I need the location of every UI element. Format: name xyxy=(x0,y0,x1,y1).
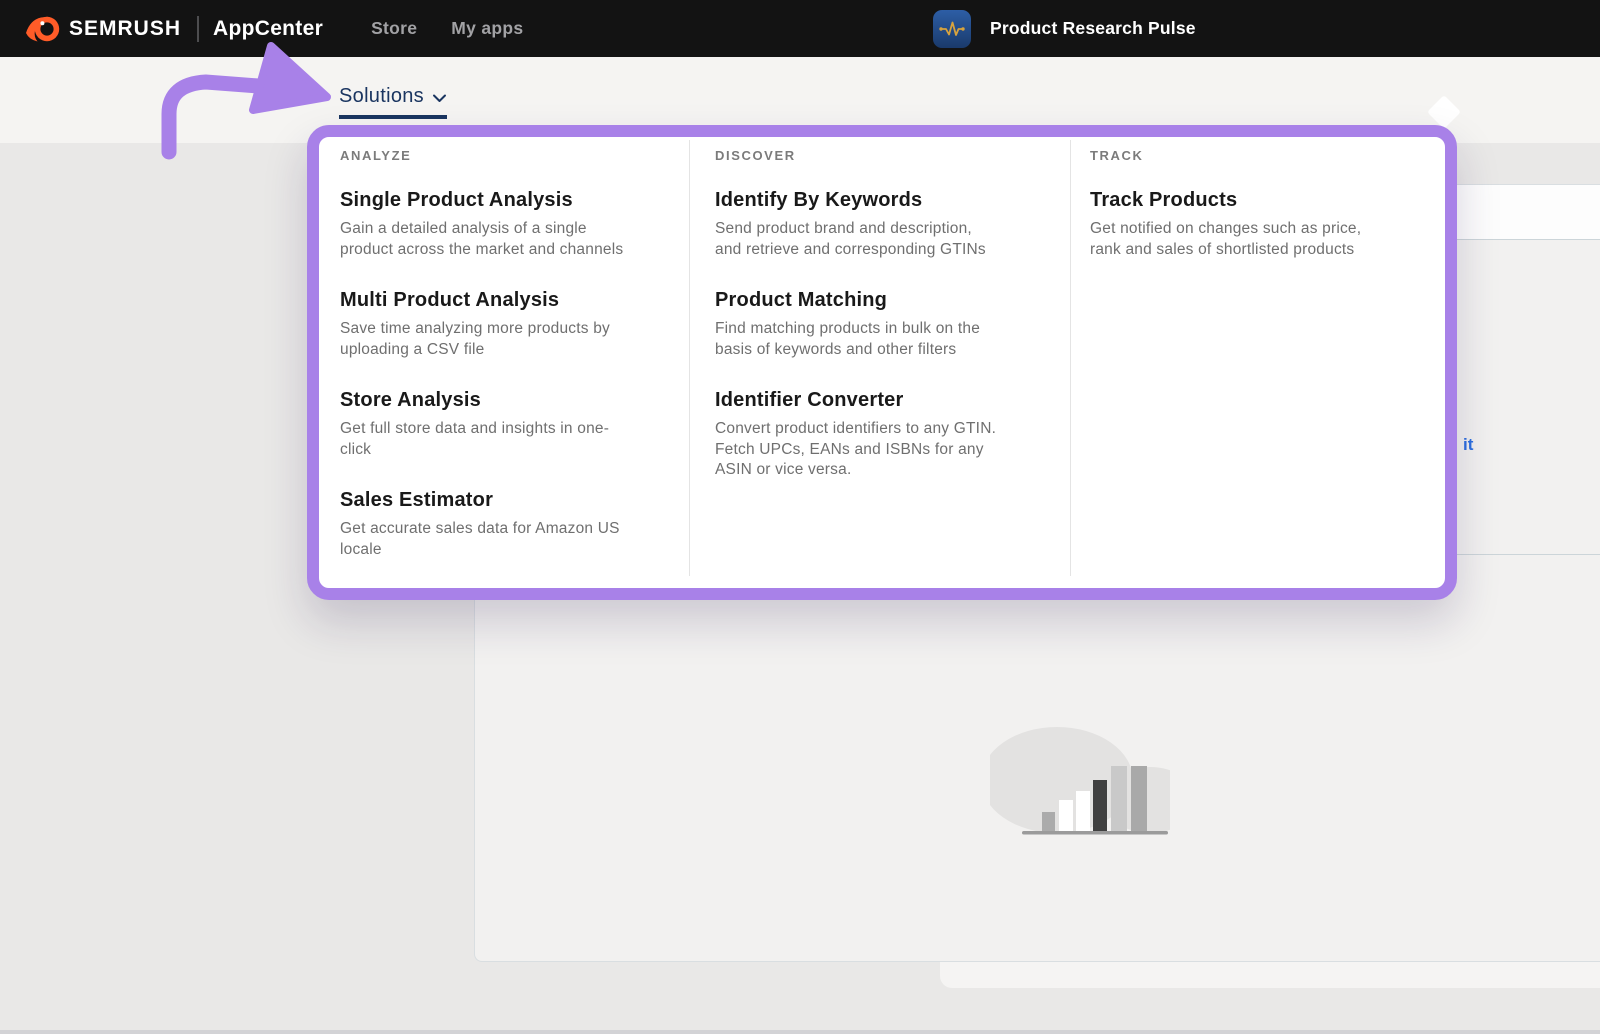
top-navbar: SEMRUSH AppCenter Store My apps Product … xyxy=(0,0,1600,57)
app-title: Product Research Pulse xyxy=(990,18,1196,39)
menu-item-description: Send product brand and description, and … xyxy=(715,219,1050,260)
menu-item-description: Get full store data and insights in one-… xyxy=(340,419,669,460)
menu-item-title: Product Matching xyxy=(715,288,1050,312)
brand-appcenter[interactable]: AppCenter xyxy=(213,17,323,41)
partially-hidden-link[interactable]: it xyxy=(1463,435,1473,455)
brand-semrush[interactable]: SEMRUSH xyxy=(69,17,181,41)
solutions-label: Solutions xyxy=(339,85,424,108)
bar-chart-illustration xyxy=(990,690,1170,840)
menu-item-description: Find matching products in bulk on the ba… xyxy=(715,319,1050,360)
menu-item-title: Identifier Converter xyxy=(715,388,1050,412)
semrush-logo-icon[interactable] xyxy=(24,10,60,47)
menu-item-title: Store Analysis xyxy=(340,388,669,412)
menu-item-description: Convert product identifiers to any GTIN.… xyxy=(715,419,1050,481)
dropdown-column-discover: DISCOVER Identify By Keywords Send produ… xyxy=(689,137,1070,588)
menu-item-multi-product-analysis[interactable]: Multi Product Analysis Save time analyzi… xyxy=(340,288,669,360)
chevron-down-icon xyxy=(432,93,447,103)
pulse-app-icon xyxy=(933,10,971,48)
column-header: TRACK xyxy=(1090,148,1431,163)
column-header: DISCOVER xyxy=(715,148,1050,163)
menu-item-title: Single Product Analysis xyxy=(340,188,669,212)
menu-item-identifier-converter[interactable]: Identifier Converter Convert product ide… xyxy=(715,388,1050,481)
menu-item-title: Sales Estimator xyxy=(340,488,669,512)
current-app: Product Research Pulse xyxy=(933,0,1196,57)
menu-item-description: Get accurate sales data for Amazon US lo… xyxy=(340,519,669,560)
dropdown-column-track: TRACK Track Products Get notified on cha… xyxy=(1070,137,1445,588)
dropdown-column-analyze: ANALYZE Single Product Analysis Gain a d… xyxy=(319,137,689,588)
menu-item-product-matching[interactable]: Product Matching Find matching products … xyxy=(715,288,1050,360)
nav-link-my-apps[interactable]: My apps xyxy=(451,18,523,39)
menu-item-title: Multi Product Analysis xyxy=(340,288,669,312)
nav-link-store[interactable]: Store xyxy=(371,18,417,39)
menu-item-description: Save time analyzing more products by upl… xyxy=(340,319,669,360)
menu-item-identify-by-keywords[interactable]: Identify By Keywords Send product brand … xyxy=(715,188,1050,260)
menu-item-title: Track Products xyxy=(1090,188,1431,212)
menu-item-title: Identify By Keywords xyxy=(715,188,1050,212)
bottom-edge xyxy=(0,1030,1600,1034)
solutions-dropdown-panel: ANALYZE Single Product Analysis Gain a d… xyxy=(307,125,1457,600)
column-divider xyxy=(689,140,690,576)
solutions-dropdown-trigger[interactable]: Solutions xyxy=(339,85,447,119)
menu-item-store-analysis[interactable]: Store Analysis Get full store data and i… xyxy=(340,388,669,460)
brand-divider xyxy=(197,16,199,42)
menu-item-sales-estimator[interactable]: Sales Estimator Get accurate sales data … xyxy=(340,488,669,560)
card-lower-band xyxy=(940,962,1600,988)
menu-item-description: Get notified on changes such as price, r… xyxy=(1090,219,1431,260)
menu-item-single-product-analysis[interactable]: Single Product Analysis Gain a detailed … xyxy=(340,188,669,260)
menu-item-description: Gain a detailed analysis of a single pro… xyxy=(340,219,669,260)
column-divider xyxy=(1070,140,1071,576)
menu-item-track-products[interactable]: Track Products Get notified on changes s… xyxy=(1090,188,1431,260)
column-header: ANALYZE xyxy=(340,148,669,163)
